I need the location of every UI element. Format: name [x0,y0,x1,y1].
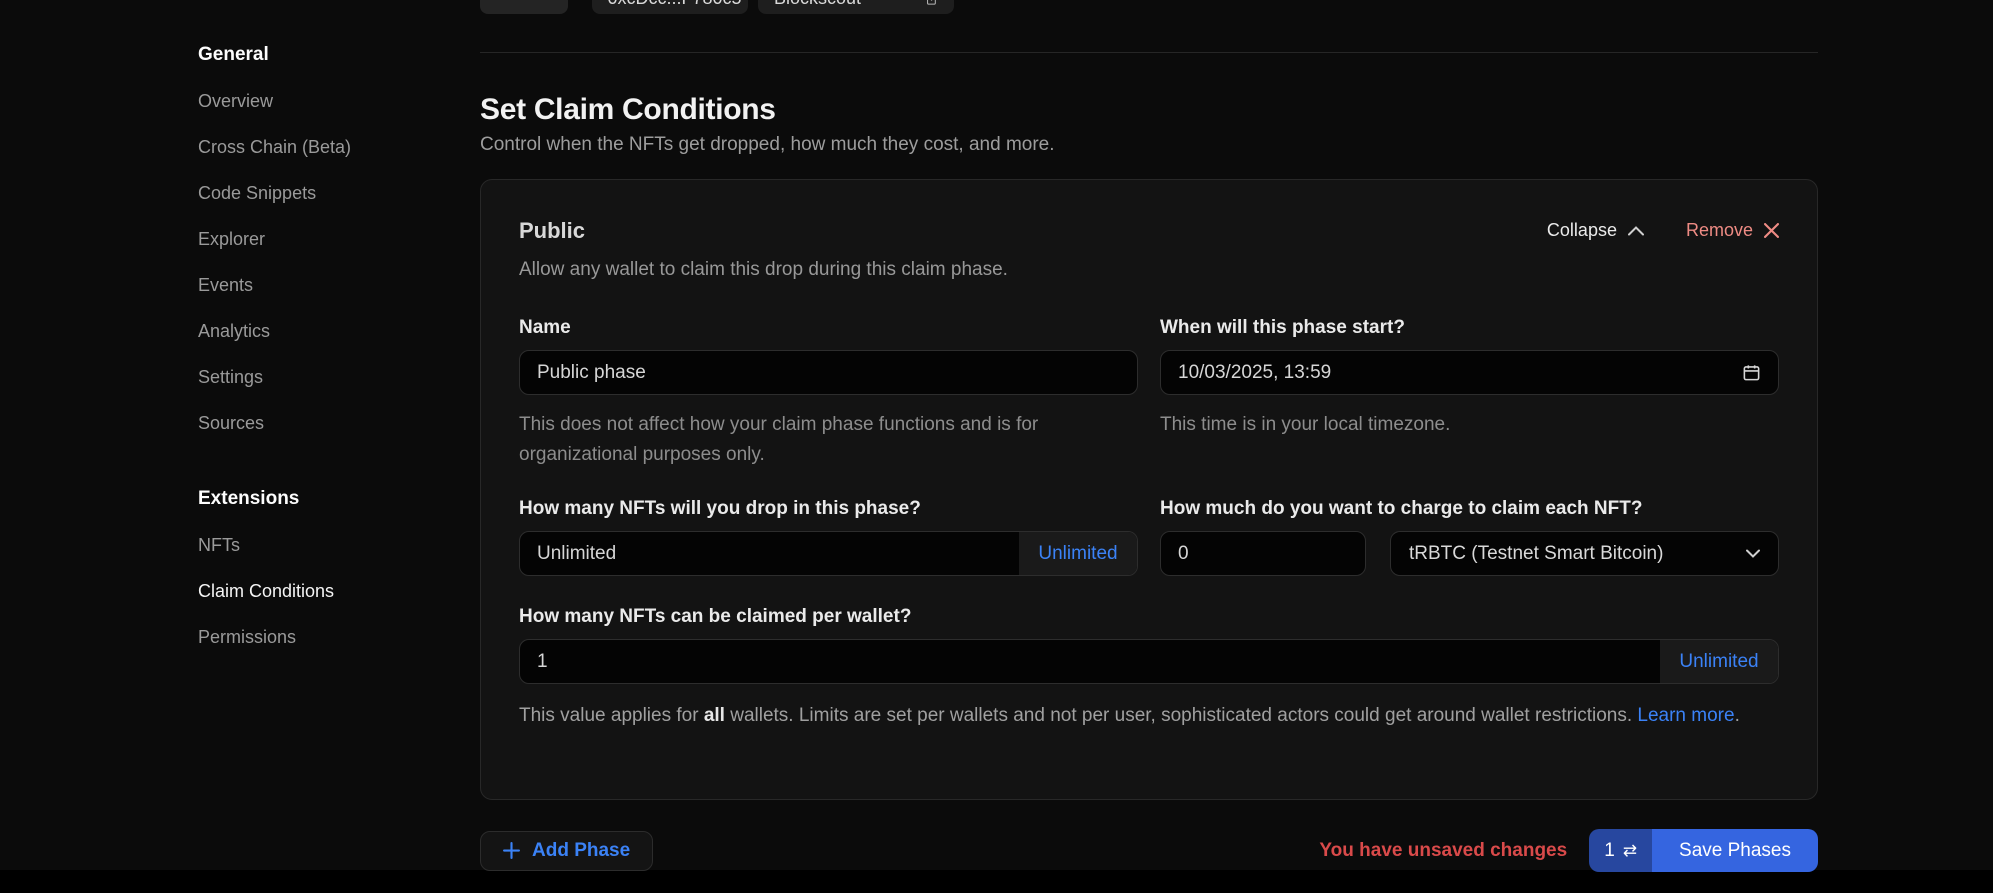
block-explorer-label: Rootstock Blockscout [774,0,917,9]
currency-select[interactable]: tRBTC (Testnet Smart Bitcoin) [1390,531,1779,576]
name-field: Name This does not affect how your claim… [519,317,1138,470]
contract-address-button[interactable]: 0xcDcc...F780c5 [592,0,748,14]
start-time-input[interactable]: 10/03/2025, 13:59 [1160,350,1779,395]
contract-address-label: 0xcDcc...F780c5 [607,0,741,9]
unsaved-changes-text: You have unsaved changes [1319,840,1567,862]
per-wallet-unlimited-button[interactable]: Unlimited [1660,640,1778,683]
per-wallet-note: This value applies for all wallets. Limi… [519,700,1767,731]
sidebar-item-claim-conditions[interactable]: Claim Conditions [198,568,498,614]
supply-label: How many NFTs will you drop in this phas… [519,498,1138,520]
add-phase-label: Add Phase [532,840,630,862]
remove-label: Remove [1686,220,1753,241]
claim-phase-card: Public Collapse Remove Allow any wallet … [480,179,1818,800]
per-wallet-field: How many NFTs can be claimed per wallet?… [519,606,1779,731]
sidebar-item-code-snippets[interactable]: Code Snippets [198,170,498,216]
per-wallet-input[interactable] [519,639,1779,684]
page-subtitle: Control when the NFTs get dropped, how m… [480,134,1055,156]
block-explorer-button[interactable]: Rootstock Blockscout [758,0,954,14]
tab-button[interactable] [480,0,568,14]
save-phases-split-button: 1 ⇄ Save Phases [1589,829,1818,872]
sidebar-item-settings[interactable]: Settings [198,354,498,400]
contract-sidebar: General Overview Cross Chain (Beta) Code… [198,32,498,660]
calendar-icon[interactable] [1742,363,1761,382]
save-phases-button[interactable]: Save Phases [1652,829,1818,872]
supply-unlimited-button[interactable]: Unlimited [1019,532,1137,575]
sidebar-item-explorer[interactable]: Explorer [198,216,498,262]
price-label: How much do you want to charge to claim … [1160,498,1779,520]
pending-changes-count: 1 [1604,840,1615,862]
sidebar-section-extensions: Extensions [198,476,498,522]
name-helper-text: This does not affect how your claim phas… [519,410,1138,470]
sidebar-item-analytics[interactable]: Analytics [198,308,498,354]
start-time-field: When will this phase start? 10/03/2025, … [1160,317,1779,470]
plus-icon [503,842,520,859]
price-amount-input[interactable] [1160,531,1366,576]
claim-conditions-footer: Add Phase You have unsaved changes 1 ⇄ S… [480,829,1818,872]
collapse-label: Collapse [1547,220,1617,241]
external-link-icon [926,0,938,7]
per-wallet-label: How many NFTs can be claimed per wallet? [519,606,1779,628]
supply-field: How many NFTs will you drop in this phas… [519,498,1138,576]
swap-arrows-icon: ⇄ [1623,841,1637,861]
top-divider [480,52,1818,53]
start-time-value: 10/03/2025, 13:59 [1178,362,1331,384]
sidebar-item-events[interactable]: Events [198,262,498,308]
page-title: Set Claim Conditions [480,93,776,127]
learn-more-link[interactable]: Learn more [1637,705,1734,726]
save-phases-label: Save Phases [1679,840,1791,862]
sidebar-item-nfts[interactable]: NFTs [198,522,498,568]
sidebar-section-general: General [198,32,498,78]
sidebar-item-permissions[interactable]: Permissions [198,614,498,660]
price-field: How much do you want to charge to claim … [1160,498,1779,576]
phase-description: Allow any wallet to claim this drop duri… [519,259,1779,281]
phase-name-input[interactable] [519,350,1138,395]
pending-changes-badge[interactable]: 1 ⇄ [1589,829,1652,872]
note-prefix: This value applies for [519,705,704,726]
sidebar-item-sources[interactable]: Sources [198,400,498,446]
chevron-down-icon [1746,549,1760,558]
remove-phase-button[interactable]: Remove [1686,220,1779,241]
collapse-button[interactable]: Collapse [1547,220,1644,241]
start-time-helper-text: This time is in your local timezone. [1160,410,1779,440]
chevron-up-icon [1628,226,1644,236]
app-background: 0xcDcc...F780c5 Rootstock Blockscout Gen… [0,0,1993,870]
currency-selected-value: tRBTC (Testnet Smart Bitcoin) [1409,543,1663,565]
sidebar-item-cross-chain[interactable]: Cross Chain (Beta) [198,124,498,170]
note-middle: wallets. Limits are set per wallets and … [725,705,1637,726]
start-time-label: When will this phase start? [1160,317,1779,339]
phase-title: Public [519,218,585,244]
sidebar-spacer [198,446,498,476]
sidebar-item-overview[interactable]: Overview [198,78,498,124]
note-bold-all: all [704,705,725,726]
name-label: Name [519,317,1138,339]
close-icon [1764,223,1779,238]
note-suffix: . [1735,705,1740,726]
add-phase-button[interactable]: Add Phase [480,831,653,871]
